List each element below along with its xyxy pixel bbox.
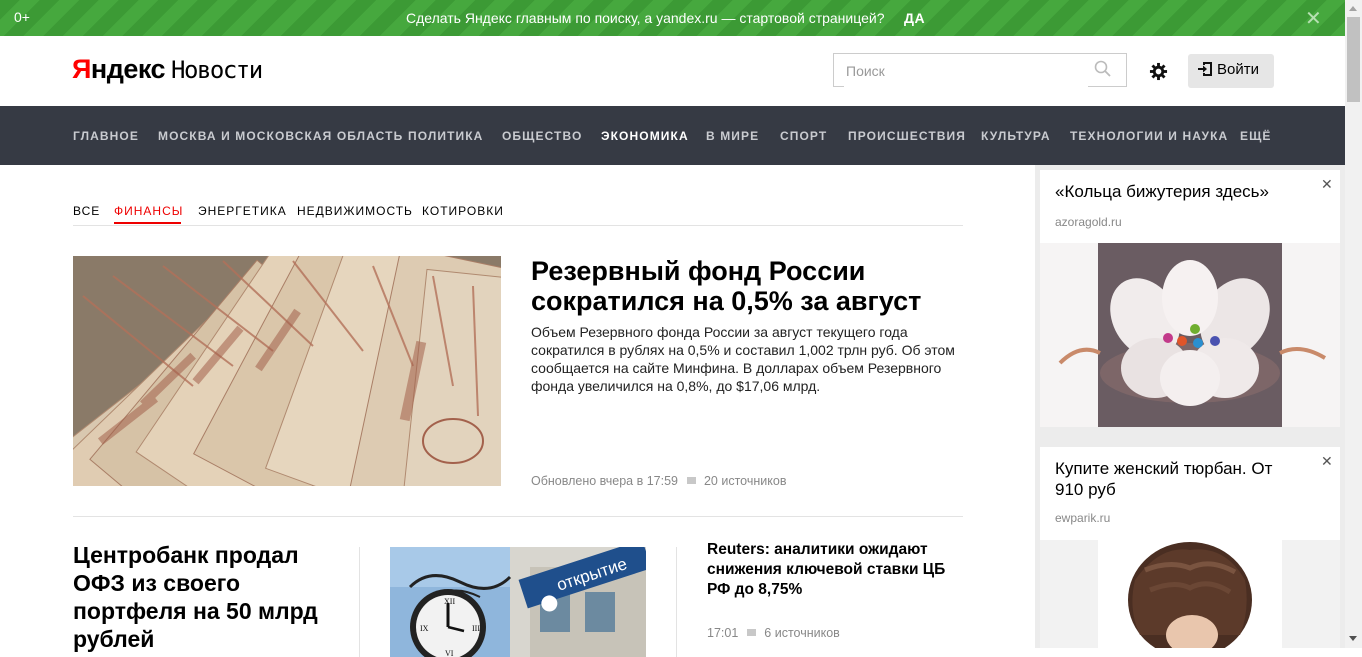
login-icon [1198,62,1212,76]
logo[interactable]: Яндекс Новости [72,54,263,85]
login-button[interactable]: Войти [1188,54,1274,88]
story-headline[interactable]: Reuters: аналитики ожидают снижения ключ… [707,540,967,600]
subnav-item-realty[interactable]: НЕДВИЖИМОСТЬ [297,204,413,218]
promo-message[interactable]: Сделать Яндекс главным по поиску, а yand… [406,10,884,26]
main-story-lead: Объем Резервного фонда России за август … [531,324,955,394]
age-rating: 0+ [14,9,30,25]
nav-item-moscow[interactable]: МОСКВА И МОСКОВСКАЯ ОБЛАСТЬ [158,129,403,143]
divider [73,225,963,226]
gear-icon[interactable] [1149,62,1168,86]
close-icon[interactable]: ✕ [1321,176,1333,193]
nav-item-politics[interactable]: ПОЛИТИКА [408,129,483,143]
story-headline[interactable]: Центробанк продал ОФЗ из своего портфеля… [73,541,343,653]
svg-text:VI: VI [445,649,454,657]
main-story-meta: Обновлено вчера в 17:59 20 источников [531,474,786,488]
subnav-item-all[interactable]: ВСЕ [73,204,100,218]
nav-item-incidents[interactable]: ПРОИСШЕСТВИЯ [848,129,966,143]
logo-service: Новости [171,56,263,84]
search-box[interactable] [833,53,1127,87]
nav-item-tech[interactable]: ТЕХНОЛОГИИ И НАУКА [1070,129,1228,143]
story-time: 17:01 [707,626,739,640]
main-story-sources[interactable]: 20 источников [704,474,786,488]
promo-bar: 0+ Сделать Яндекс главным по поиску, а y… [0,0,1345,36]
nav-item-world[interactable]: В МИРЕ [706,129,759,143]
ad-domain[interactable]: ewparik.ru [1055,511,1110,525]
scroll-down-arrow[interactable] [1349,636,1357,641]
column-divider [676,547,677,657]
nav-item-economy[interactable]: ЭКОНОМИКА [601,129,689,143]
column-divider [359,547,360,657]
ad-image[interactable] [1040,540,1340,648]
svg-text:XII: XII [444,597,455,606]
main-nav: ГЛАВНОЕ МОСКВА И МОСКОВСКАЯ ОБЛАСТЬ ПОЛИ… [0,106,1345,165]
nav-item-society[interactable]: ОБЩЕСТВО [502,129,582,143]
sources-icon [747,629,757,636]
story-meta: 17:01 6 источников [707,626,840,640]
close-icon[interactable]: ✕ [1305,6,1322,31]
svg-text:IX: IX [420,624,429,633]
logo-brand: ндекс [90,54,166,84]
login-label: Войти [1217,61,1259,78]
ad-card[interactable]: «Кольца бижутерия здесь» ✕ azoragold.ru [1040,170,1340,427]
ad-domain[interactable]: azoragold.ru [1055,215,1122,229]
subnav-item-finance[interactable]: ФИНАНСЫ [114,204,183,218]
nav-item-main[interactable]: ГЛАВНОЕ [73,129,139,143]
promo-accept-button[interactable]: ДА [904,10,925,26]
svg-text:III: III [472,624,480,633]
active-tab-underline [114,222,181,224]
divider [73,516,963,517]
ad-card[interactable]: Купите женский тюрбан. От 910 руб ✕ ewpa… [1040,447,1340,648]
search-input[interactable] [844,55,1088,87]
search-icon[interactable] [1094,60,1112,83]
close-icon[interactable]: ✕ [1321,453,1333,470]
ad-title[interactable]: Купите женский тюрбан. От 910 руб [1055,458,1295,500]
header: ЯндексНовости Войти [0,36,1345,106]
sources-icon [686,477,696,484]
subnav-item-energy[interactable]: ЭНЕРГЕТИКА [198,204,287,218]
story-sources[interactable]: 6 источников [764,626,840,640]
ad-image[interactable] [1040,243,1340,427]
subnav-item-quotes[interactable]: КОТИРОВКИ [422,204,504,218]
nav-item-culture[interactable]: КУЛЬТУРА [981,129,1051,143]
scrollbar[interactable] [1345,0,1362,648]
nav-item-more[interactable]: ЕЩЁ [1240,129,1272,143]
scrollbar-thumb[interactable] [1347,17,1360,102]
story-image[interactable]: открытие XII III VI IX [390,547,646,657]
main-story-headline[interactable]: Резервный фонд России сократился на 0,5%… [531,256,961,316]
ad-title[interactable]: «Кольца бижутерия здесь» [1055,181,1269,202]
scroll-up-arrow[interactable] [1349,6,1357,11]
nav-item-sport[interactable]: СПОРТ [780,129,827,143]
logo-letter: Я [72,54,91,84]
main-story-image[interactable] [73,256,501,486]
main-story-updated: Обновлено вчера в 17:59 [531,474,678,488]
